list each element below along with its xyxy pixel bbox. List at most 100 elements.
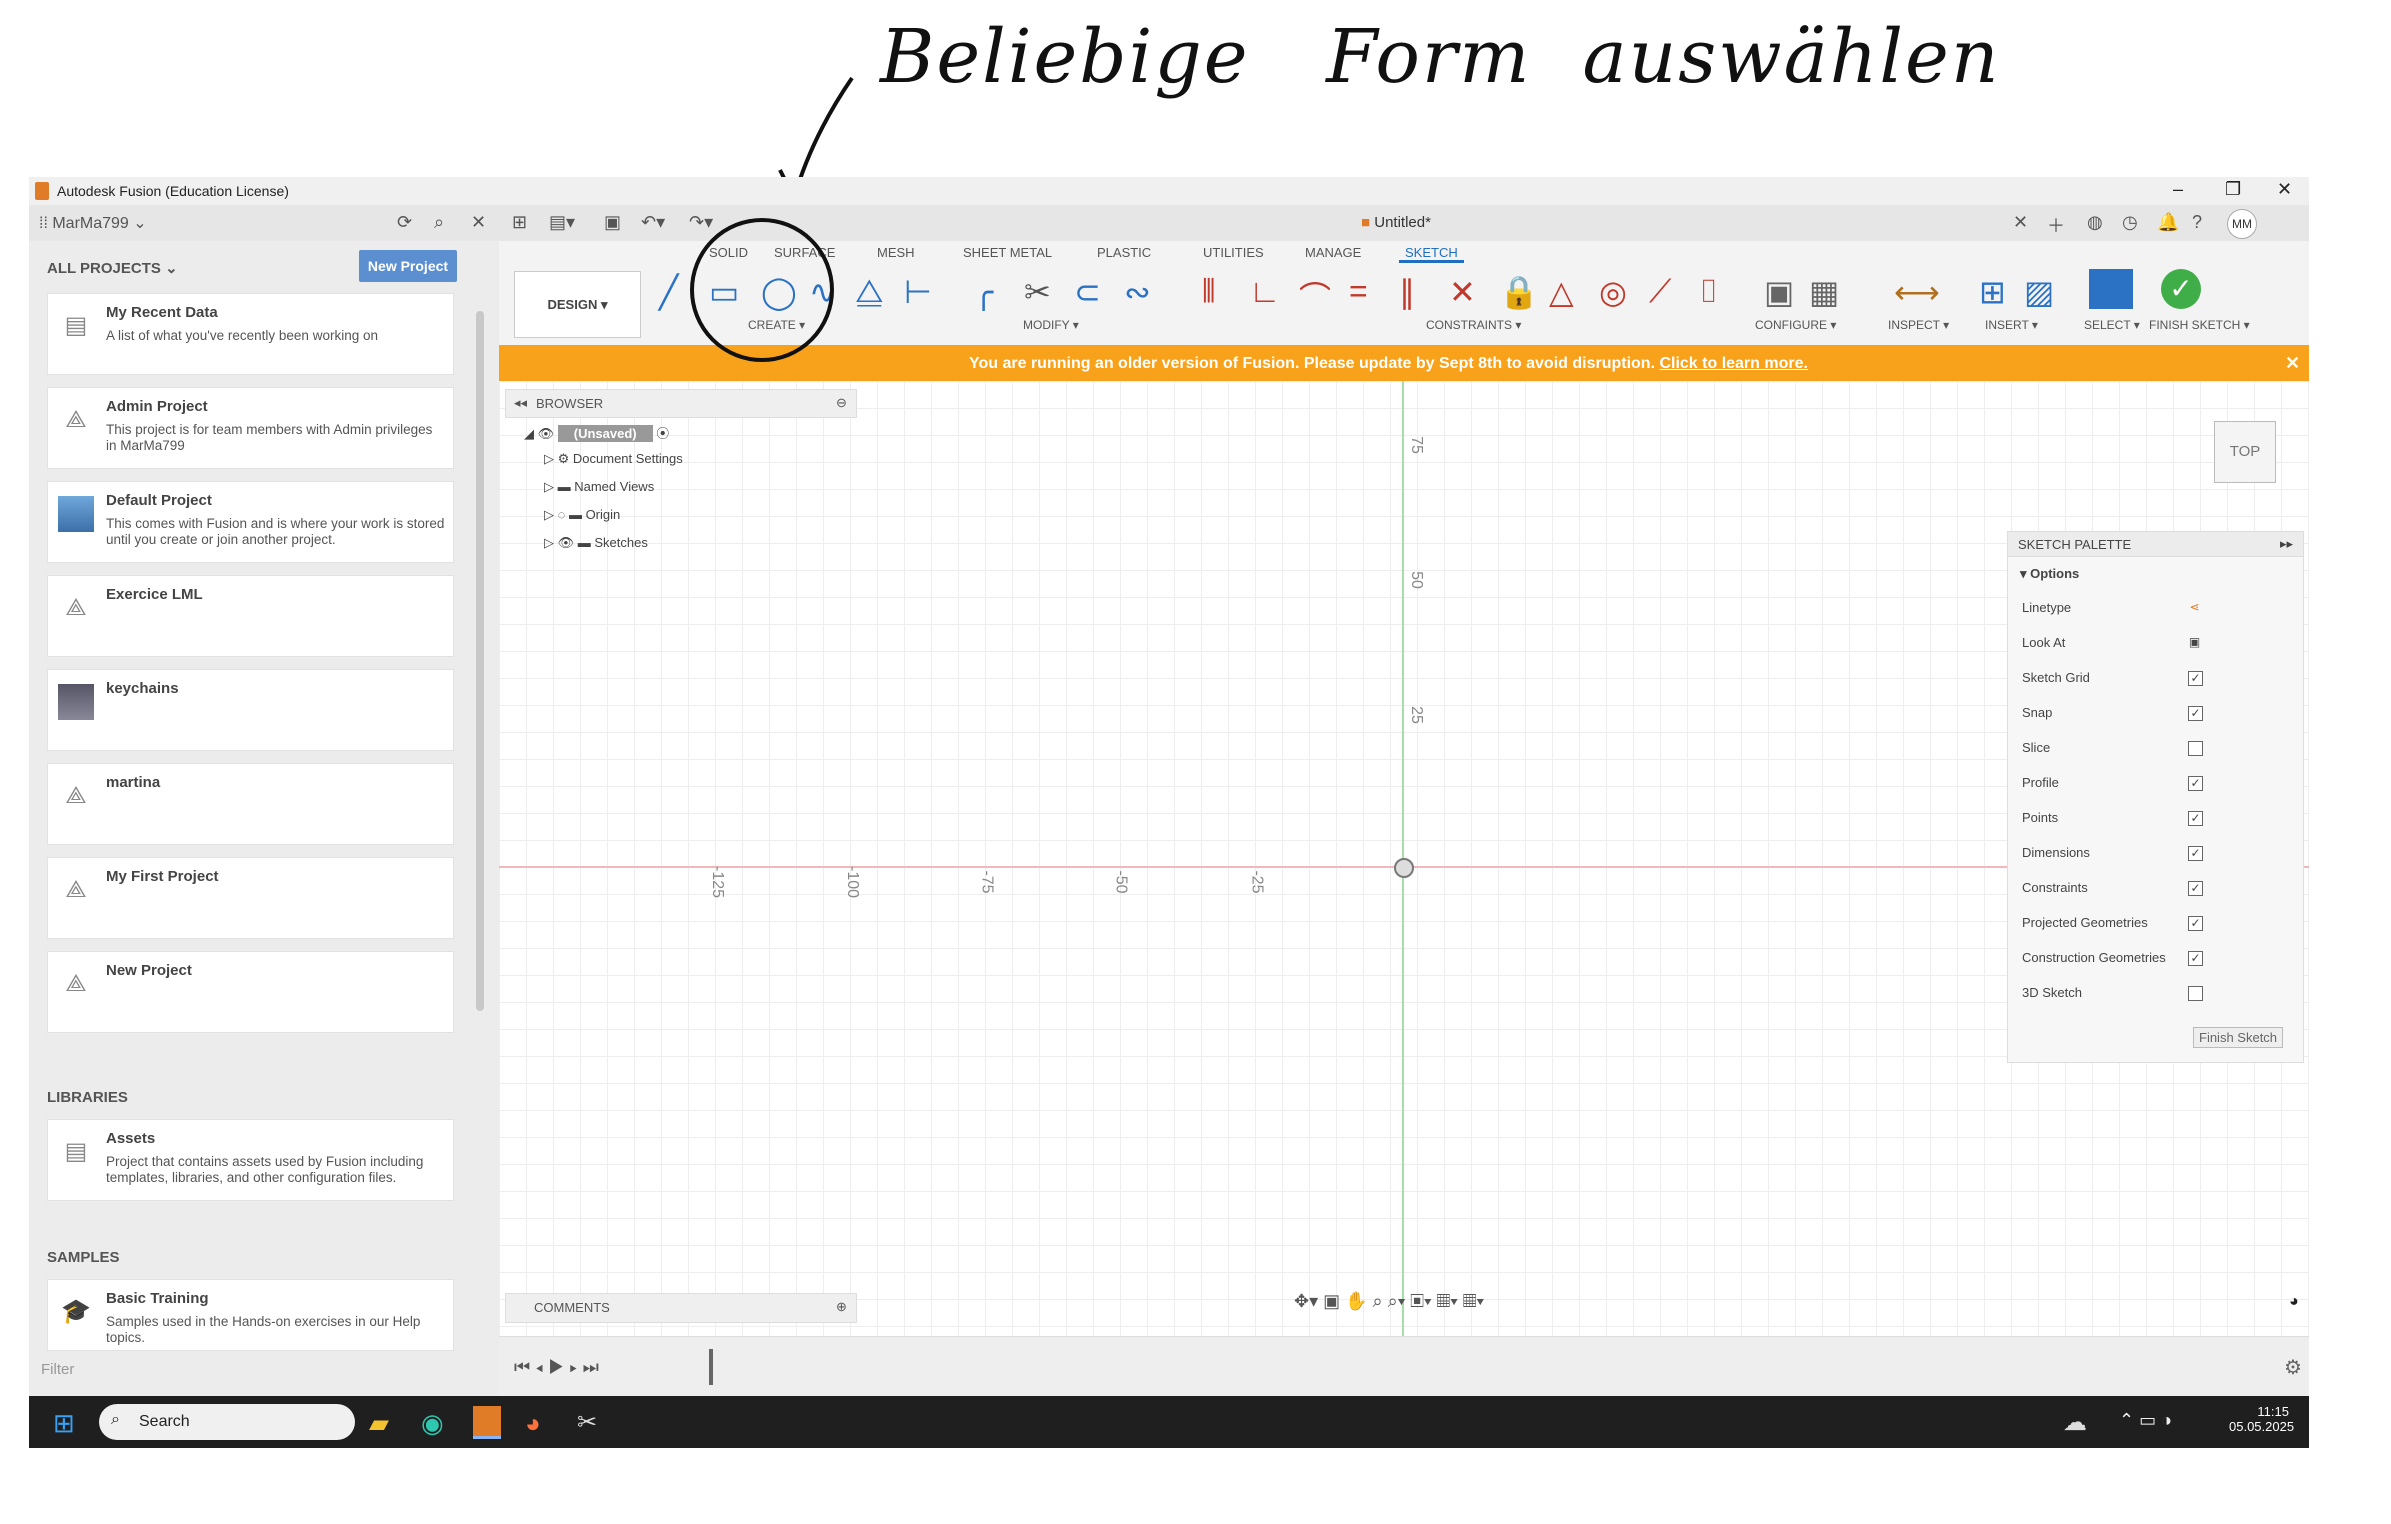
document-tab[interactable]: ■ Untitled* — [1361, 214, 1431, 231]
table-icon[interactable]: ▦ — [1809, 273, 1839, 311]
windows-start-icon[interactable]: ⊞ — [53, 1408, 75, 1439]
library-card[interactable]: ▤ Assets Project that contains assets us… — [47, 1119, 454, 1201]
triangle-constraint-icon[interactable]: △ — [1549, 273, 1574, 311]
line-tool-icon[interactable]: ╱ — [659, 273, 678, 311]
close-banner-icon[interactable]: ✕ — [2285, 353, 2300, 374]
settings-gear-icon[interactable]: ⚙ — [2284, 1355, 2302, 1380]
palette-checkbox[interactable] — [2188, 986, 2203, 1001]
palette-checkbox[interactable]: ✓ — [2188, 916, 2203, 931]
dimension-tool-icon[interactable]: ⊢ — [904, 273, 932, 311]
browser-item[interactable]: ▷ ◌ ▬ Origin — [544, 507, 620, 523]
system-tray[interactable]: ⌃ ▭ ◑ — [2119, 1410, 2172, 1431]
palette-checkbox[interactable]: ✓ — [2188, 776, 2203, 791]
insert-image-icon[interactable]: ▨ — [2024, 273, 2054, 311]
midpoint-constraint-icon[interactable]: ⟋ — [1649, 273, 1671, 311]
parallel-constraint-icon[interactable]: ∥ — [1399, 273, 1415, 311]
project-card[interactable]: ⟁ New Project — [47, 951, 454, 1033]
undo-icon[interactable]: ↶▾ — [641, 212, 665, 233]
firefox-icon[interactable]: ◕ — [525, 1408, 541, 1439]
project-card[interactable]: keychains — [47, 669, 454, 751]
finish-sketch-label[interactable]: FINISH SKETCH ▾ — [2149, 318, 2250, 332]
search-icon[interactable]: ⌕ — [434, 212, 444, 233]
banner-link[interactable]: Click to learn more. — [1659, 355, 1808, 372]
tab-manage[interactable]: MANAGE — [1305, 245, 1361, 260]
options-section[interactable]: ▾ Options — [2020, 566, 2079, 582]
tab-plastic[interactable]: PLASTIC — [1097, 245, 1151, 260]
inspect-group-label[interactable]: INSPECT ▾ — [1888, 318, 1949, 332]
fusion-taskbar-icon[interactable] — [473, 1406, 501, 1439]
notification-icon[interactable]: 🔔 — [2157, 212, 2179, 233]
edge-icon[interactable]: ◉ — [421, 1408, 444, 1439]
save-icon[interactable]: ▣ — [604, 212, 621, 233]
browser-panel-header[interactable]: ◂◂ BROWSER ⊖ — [505, 389, 857, 418]
configure-group-label[interactable]: CONFIGURE ▾ — [1755, 318, 1836, 332]
online-icon[interactable]: ◷ — [2122, 212, 2138, 233]
fullscreen-icon[interactable]: ◕ — [2289, 1293, 2299, 1311]
all-projects-dropdown[interactable]: ALL PROJECTS ⌄ — [47, 259, 178, 277]
maximize-button[interactable]: ❐ — [2225, 179, 2241, 200]
help-icon[interactable]: ? — [2192, 212, 2202, 233]
mirror-tool-icon[interactable]: ⧋ — [855, 273, 884, 311]
palette-checkbox[interactable]: ✓ — [2188, 881, 2203, 896]
refresh-icon[interactable]: ⟳ — [397, 212, 412, 233]
clock[interactable]: 11:15 05.05.2025 — [2229, 1404, 2294, 1434]
filter-input[interactable]: Filter — [41, 1361, 481, 1389]
browser-item[interactable]: ▷ 👁 ▬ Sketches — [544, 535, 648, 551]
modify-group-label[interactable]: MODIFY ▾ — [1023, 318, 1079, 332]
constraints-group-label[interactable]: CONSTRAINTS ▾ — [1426, 318, 1521, 332]
project-card[interactable]: ⟁ Exercice LML — [47, 575, 454, 657]
palette-checkbox[interactable]: ✓ — [2188, 811, 2203, 826]
timeline-controls[interactable]: ⏮ ◂ ▶ ▸ ⏭ — [514, 1357, 599, 1378]
taskbar-search[interactable]: ⌕ Search — [99, 1404, 355, 1440]
measure-icon[interactable]: ⟷ — [1894, 273, 1940, 311]
apps-grid-icon[interactable]: ⊞ — [512, 212, 527, 233]
close-panel-icon[interactable]: ✕ — [471, 212, 486, 233]
curve-tool-icon[interactable]: ∾ — [1124, 273, 1151, 311]
new-project-button[interactable]: New Project — [359, 250, 457, 282]
jobs-icon[interactable]: ◍ — [2087, 212, 2103, 233]
tab-sketch[interactable]: SKETCH — [1399, 245, 1464, 263]
fix-constraint-icon[interactable]: ⫴ — [1202, 273, 1215, 311]
symmetry-constraint-icon[interactable]: ⌷ — [1699, 273, 1718, 311]
palette-checkbox[interactable]: ✓ — [2188, 846, 2203, 861]
design-workspace-dropdown[interactable]: DESIGN ▾ — [514, 271, 641, 338]
view-cube[interactable]: TOP — [2214, 421, 2276, 483]
sketch-canvas[interactable]: -125 -100 -75 -50 -25 75 50 25 ◂◂ BROWSE… — [499, 381, 2309, 1336]
lock-constraint-icon[interactable]: 🔒 — [1499, 273, 1539, 311]
select-group-label[interactable]: SELECT ▾ — [2084, 318, 2140, 332]
weather-icon[interactable]: ☁ — [2063, 1408, 2087, 1437]
avatar[interactable]: MM — [2227, 209, 2257, 239]
timeline-marker[interactable] — [709, 1349, 713, 1385]
navigation-toolbar[interactable]: ✥▾ ▣ ✋ ⌕ ⌕▾ ▣▾ ▦▾ ▦▾ — [1294, 1291, 1484, 1312]
collapse-icon[interactable]: ◂◂ — [514, 395, 527, 411]
palette-checkbox[interactable] — [2188, 741, 2203, 756]
file-explorer-icon[interactable]: ▰ — [369, 1408, 389, 1439]
fillet-tool-icon[interactable]: ╭ — [974, 273, 993, 311]
sample-card[interactable]: 🎓 Basic Training Samples used in the Han… — [47, 1279, 454, 1351]
concentric-constraint-icon[interactable]: ◎ — [1599, 273, 1627, 311]
trim-tool-icon[interactable]: ✂ — [1024, 273, 1051, 311]
project-card[interactable]: ⟁ Admin Project This project is for team m… — [47, 387, 454, 469]
select-icon[interactable] — [2089, 269, 2133, 309]
close-doc-icon[interactable]: ✕ — [2013, 212, 2028, 233]
new-tab-icon[interactable]: ＋ — [2047, 212, 2065, 238]
project-card[interactable]: ⟁ My First Project — [47, 857, 454, 939]
browser-root[interactable]: ◢ 👁 (Unsaved) ⦿ — [524, 423, 669, 442]
palette-checkbox[interactable]: ✓ — [2188, 671, 2203, 686]
redo-icon[interactable]: ↷▾ — [689, 212, 713, 233]
browser-item[interactable]: ▷ ▬ Named Views — [544, 479, 654, 495]
finish-sketch-button[interactable]: Finish Sketch — [2193, 1027, 2284, 1048]
user-menu[interactable]: ⁞⁞ MarMa799 ⌄ — [39, 213, 147, 233]
tangent-constraint-icon[interactable]: ⌒ — [1299, 273, 1331, 319]
tab-sheet-metal[interactable]: SHEET METAL — [963, 245, 1052, 260]
perpendicular-constraint-icon[interactable]: ∟ — [1249, 273, 1280, 310]
minus-icon[interactable]: ⊖ — [836, 395, 847, 411]
palette-checkbox[interactable]: ✓ — [2188, 706, 2203, 721]
equal-constraint-icon[interactable]: = — [1349, 273, 1368, 310]
file-menu-icon[interactable]: ▤▾ — [549, 212, 575, 233]
palette-header[interactable]: SKETCH PALETTE ▸▸ — [2008, 532, 2303, 557]
browser-item[interactable]: ▷ ⚙ Document Settings — [544, 451, 683, 467]
comments-panel[interactable]: COMMENTS ⊕ — [505, 1293, 857, 1323]
minimize-button[interactable]: – — [2173, 179, 2183, 200]
project-card[interactable]: ▤ My Recent Data A list of what you've rec… — [47, 293, 454, 375]
